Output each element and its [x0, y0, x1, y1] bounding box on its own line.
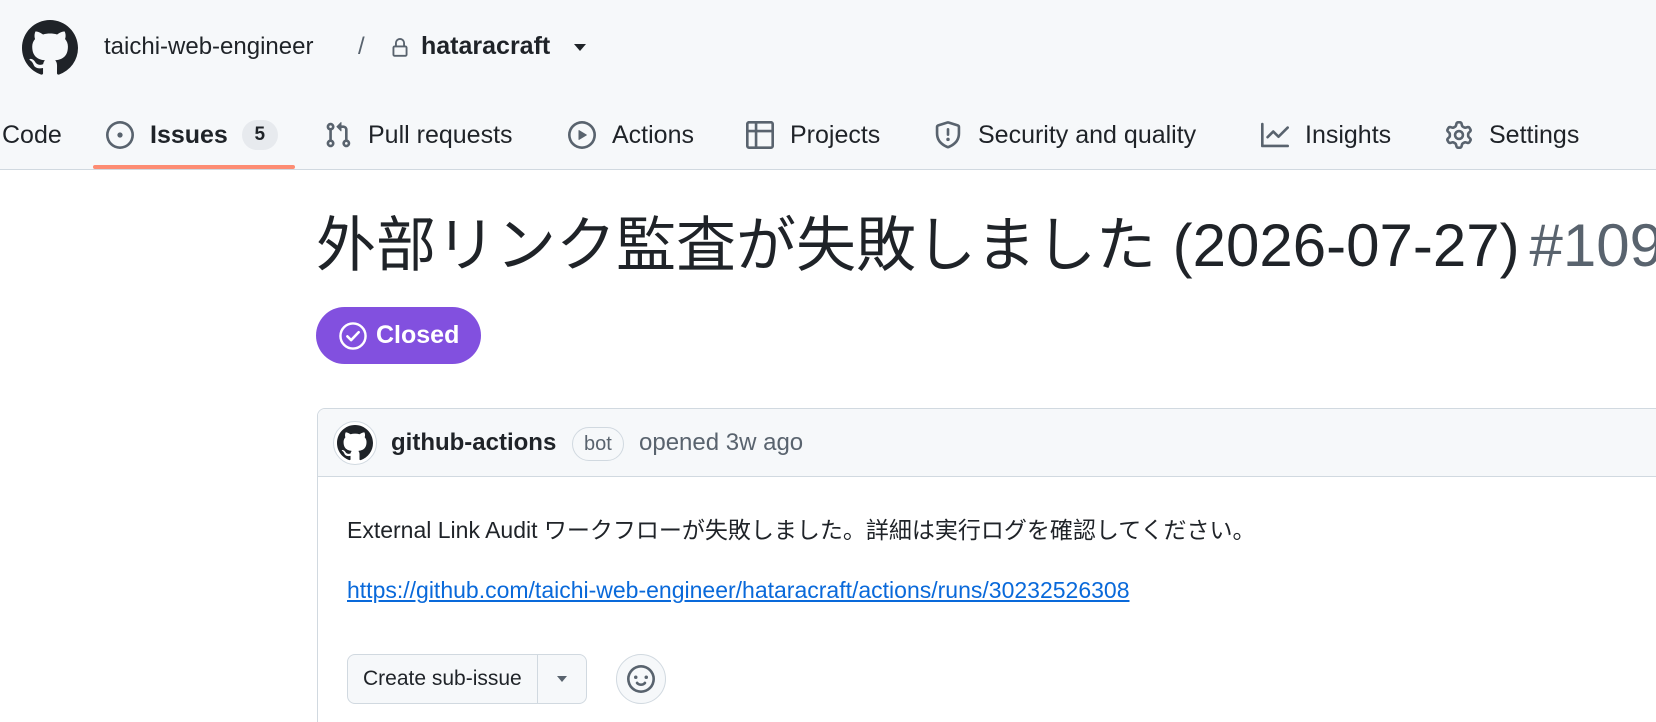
workflow-run-link[interactable]: https://github.com/taichi-web-engineer/h… [347, 577, 1129, 604]
chevron-down-icon[interactable] [572, 42, 588, 54]
comment-body-text: External Link Audit ワークフローが失敗しました。詳細は実行ロ… [347, 517, 1256, 543]
tab-issues[interactable]: Issues 5 [106, 100, 278, 170]
tab-label: Security and quality [978, 120, 1197, 149]
tab-label: Code [2, 120, 62, 149]
tab-label: Pull requests [368, 120, 513, 149]
comment-author-link[interactable]: github-actions [391, 429, 556, 457]
sub-issue-dropdown-button[interactable] [538, 655, 586, 703]
check-circle-icon [339, 321, 367, 350]
comment-timestamp[interactable]: opened 3w ago [639, 429, 803, 457]
issues-count-badge: 5 [241, 120, 278, 150]
repo-path-separator: / [358, 33, 365, 60]
tab-insights[interactable]: Insights [1261, 100, 1391, 170]
add-reaction-button[interactable] [616, 654, 666, 704]
comment-header: github-actions bot opened 3w ago [318, 409, 1656, 477]
issue-title: 外部リンク監査が失敗しました (2026-07-27) #109 [316, 210, 1656, 282]
table-icon [746, 121, 774, 149]
repo-header: taichi-web-engineer / hataracraft Code I… [0, 0, 1656, 170]
tab-label: Settings [1489, 120, 1580, 149]
git-pull-request-icon [326, 122, 351, 148]
play-icon [568, 121, 596, 149]
create-sub-issue-split-button: Create sub-issue [347, 654, 587, 704]
repo-nav-tabs: Code Issues 5 Pull requests Actions Proj… [0, 100, 1656, 170]
smiley-icon [627, 665, 655, 693]
issue-title-text: 外部リンク監査が失敗しました (2026-07-27) [316, 212, 1520, 279]
issue-state-label: Closed [376, 321, 460, 349]
graph-icon [1261, 122, 1289, 148]
gear-icon [1446, 121, 1472, 149]
tab-projects[interactable]: Projects [746, 100, 880, 170]
issue-number: #109 [1529, 212, 1656, 279]
create-sub-issue-button[interactable]: Create sub-issue [348, 655, 538, 703]
issue-body-comment: github-actions bot opened 3w ago Externa… [317, 408, 1656, 722]
repo-owner-link[interactable]: taichi-web-engineer [104, 33, 313, 61]
tab-label: Insights [1305, 120, 1392, 149]
tab-label: Issues [150, 120, 228, 149]
issue-state-badge: Closed [316, 307, 481, 364]
github-logo-icon[interactable] [22, 20, 78, 76]
repo-name-link[interactable]: hataracraft [421, 32, 550, 61]
selected-tab-underline [93, 165, 295, 169]
tab-settings[interactable]: Settings [1445, 100, 1579, 170]
tab-pull-requests[interactable]: Pull requests [324, 100, 513, 170]
shield-icon [935, 121, 961, 149]
bot-badge: bot [572, 427, 624, 461]
tab-label: Actions [612, 120, 694, 149]
triangle-down-icon [556, 676, 567, 682]
tab-code[interactable]: Code [2, 100, 62, 170]
tab-actions[interactable]: Actions [568, 100, 694, 170]
tab-security[interactable]: Security and quality [934, 100, 1196, 170]
issue-opened-icon [106, 121, 134, 149]
tab-label: Projects [790, 120, 881, 149]
avatar[interactable] [333, 421, 377, 465]
repo-topbar: taichi-web-engineer / hataracraft [0, 0, 1656, 100]
lock-icon [392, 38, 408, 57]
